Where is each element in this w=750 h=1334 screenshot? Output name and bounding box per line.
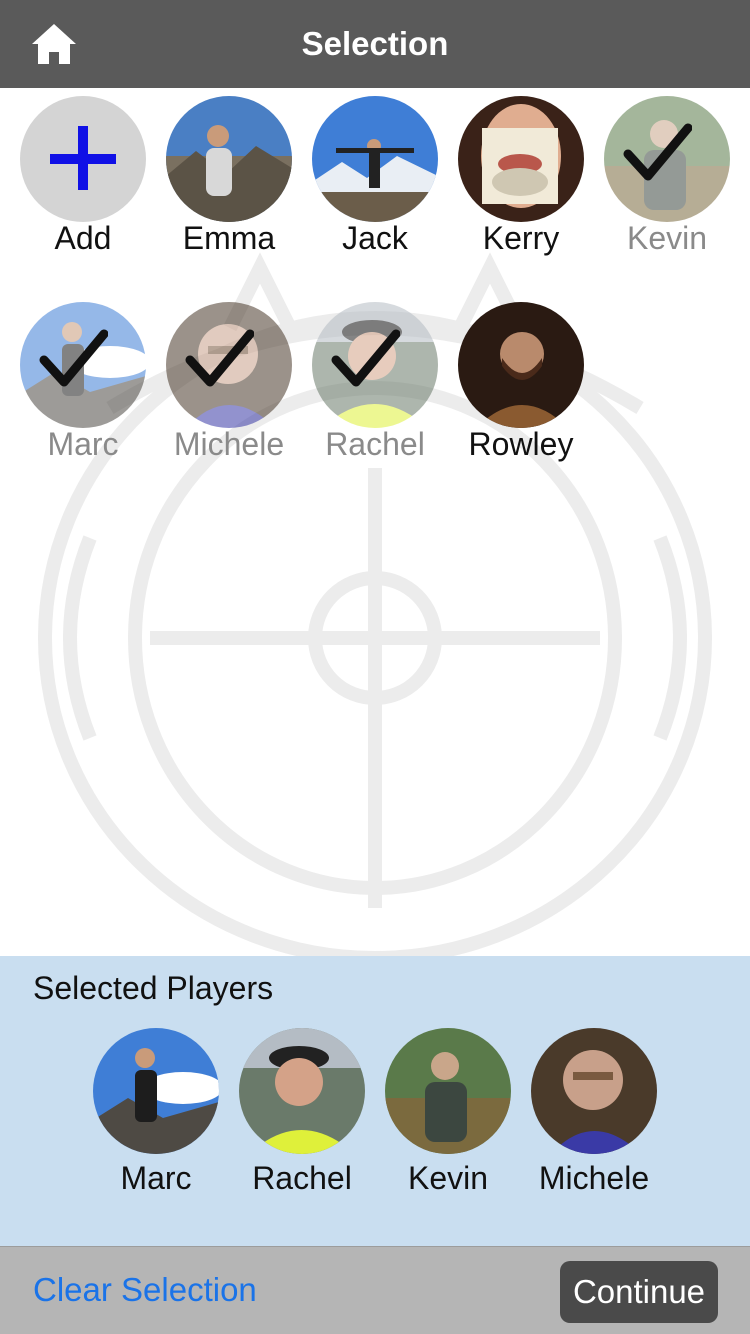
clear-selection-button[interactable]: Clear Selection	[33, 1271, 257, 1309]
checkmark-icon	[623, 123, 692, 181]
player-name: Kevin	[626, 220, 708, 256]
player-name: Jack	[342, 220, 408, 256]
avatar	[166, 96, 292, 222]
avatar	[385, 1028, 511, 1154]
player-rachel[interactable]: Rachel	[302, 294, 448, 484]
avatar	[93, 1028, 219, 1154]
player-name: Add	[54, 220, 112, 256]
avatar	[312, 96, 438, 222]
avatar	[458, 96, 584, 222]
player-name: Michele	[538, 1160, 650, 1196]
selected-player-marc[interactable]: Marc	[83, 956, 229, 1196]
player-add[interactable]: Add	[10, 88, 156, 278]
player-rowley[interactable]: Rowley	[448, 294, 594, 484]
selected-players-panel: Selected Players Marc Rachel Kevin Miche…	[0, 956, 750, 1246]
avatar	[531, 1028, 657, 1154]
selected-player-rachel[interactable]: Rachel	[229, 956, 375, 1196]
player-name: Rachel	[252, 1160, 352, 1196]
player-name: Emma	[182, 220, 276, 256]
player-name: Rachel	[325, 426, 425, 462]
add-player-button[interactable]	[20, 96, 146, 222]
player-name: Marc	[47, 426, 119, 462]
bottom-toolbar: Clear Selection Continue	[0, 1246, 750, 1334]
player-name: Kerry	[482, 220, 560, 256]
continue-button[interactable]: Continue	[560, 1261, 718, 1323]
selected-player-kevin[interactable]: Kevin	[375, 956, 521, 1196]
navigation-bar: Selection	[0, 0, 750, 88]
plus-icon	[50, 126, 116, 190]
avatar	[239, 1028, 365, 1154]
page-title: Selection	[301, 25, 449, 62]
checkmark-icon	[185, 329, 254, 387]
player-name: Rowley	[468, 426, 574, 462]
player-marc[interactable]: Marc	[10, 294, 156, 484]
checkmark-icon	[39, 329, 108, 387]
player-emma[interactable]: Emma	[156, 88, 302, 278]
player-name: Marc	[120, 1160, 192, 1196]
player-michele[interactable]: Michele	[156, 294, 302, 484]
selected-player-michele[interactable]: Michele	[521, 956, 667, 1196]
player-name: Kevin	[407, 1160, 489, 1196]
player-grid: Add Emma Jack Kerry Kevin Marc Michele R…	[0, 88, 750, 956]
player-name: Michele	[173, 426, 285, 462]
checkmark-icon	[331, 329, 400, 387]
avatar	[458, 302, 584, 428]
player-kevin[interactable]: Kevin	[594, 88, 740, 278]
player-kerry[interactable]: Kerry	[448, 88, 594, 278]
player-jack[interactable]: Jack	[302, 88, 448, 278]
